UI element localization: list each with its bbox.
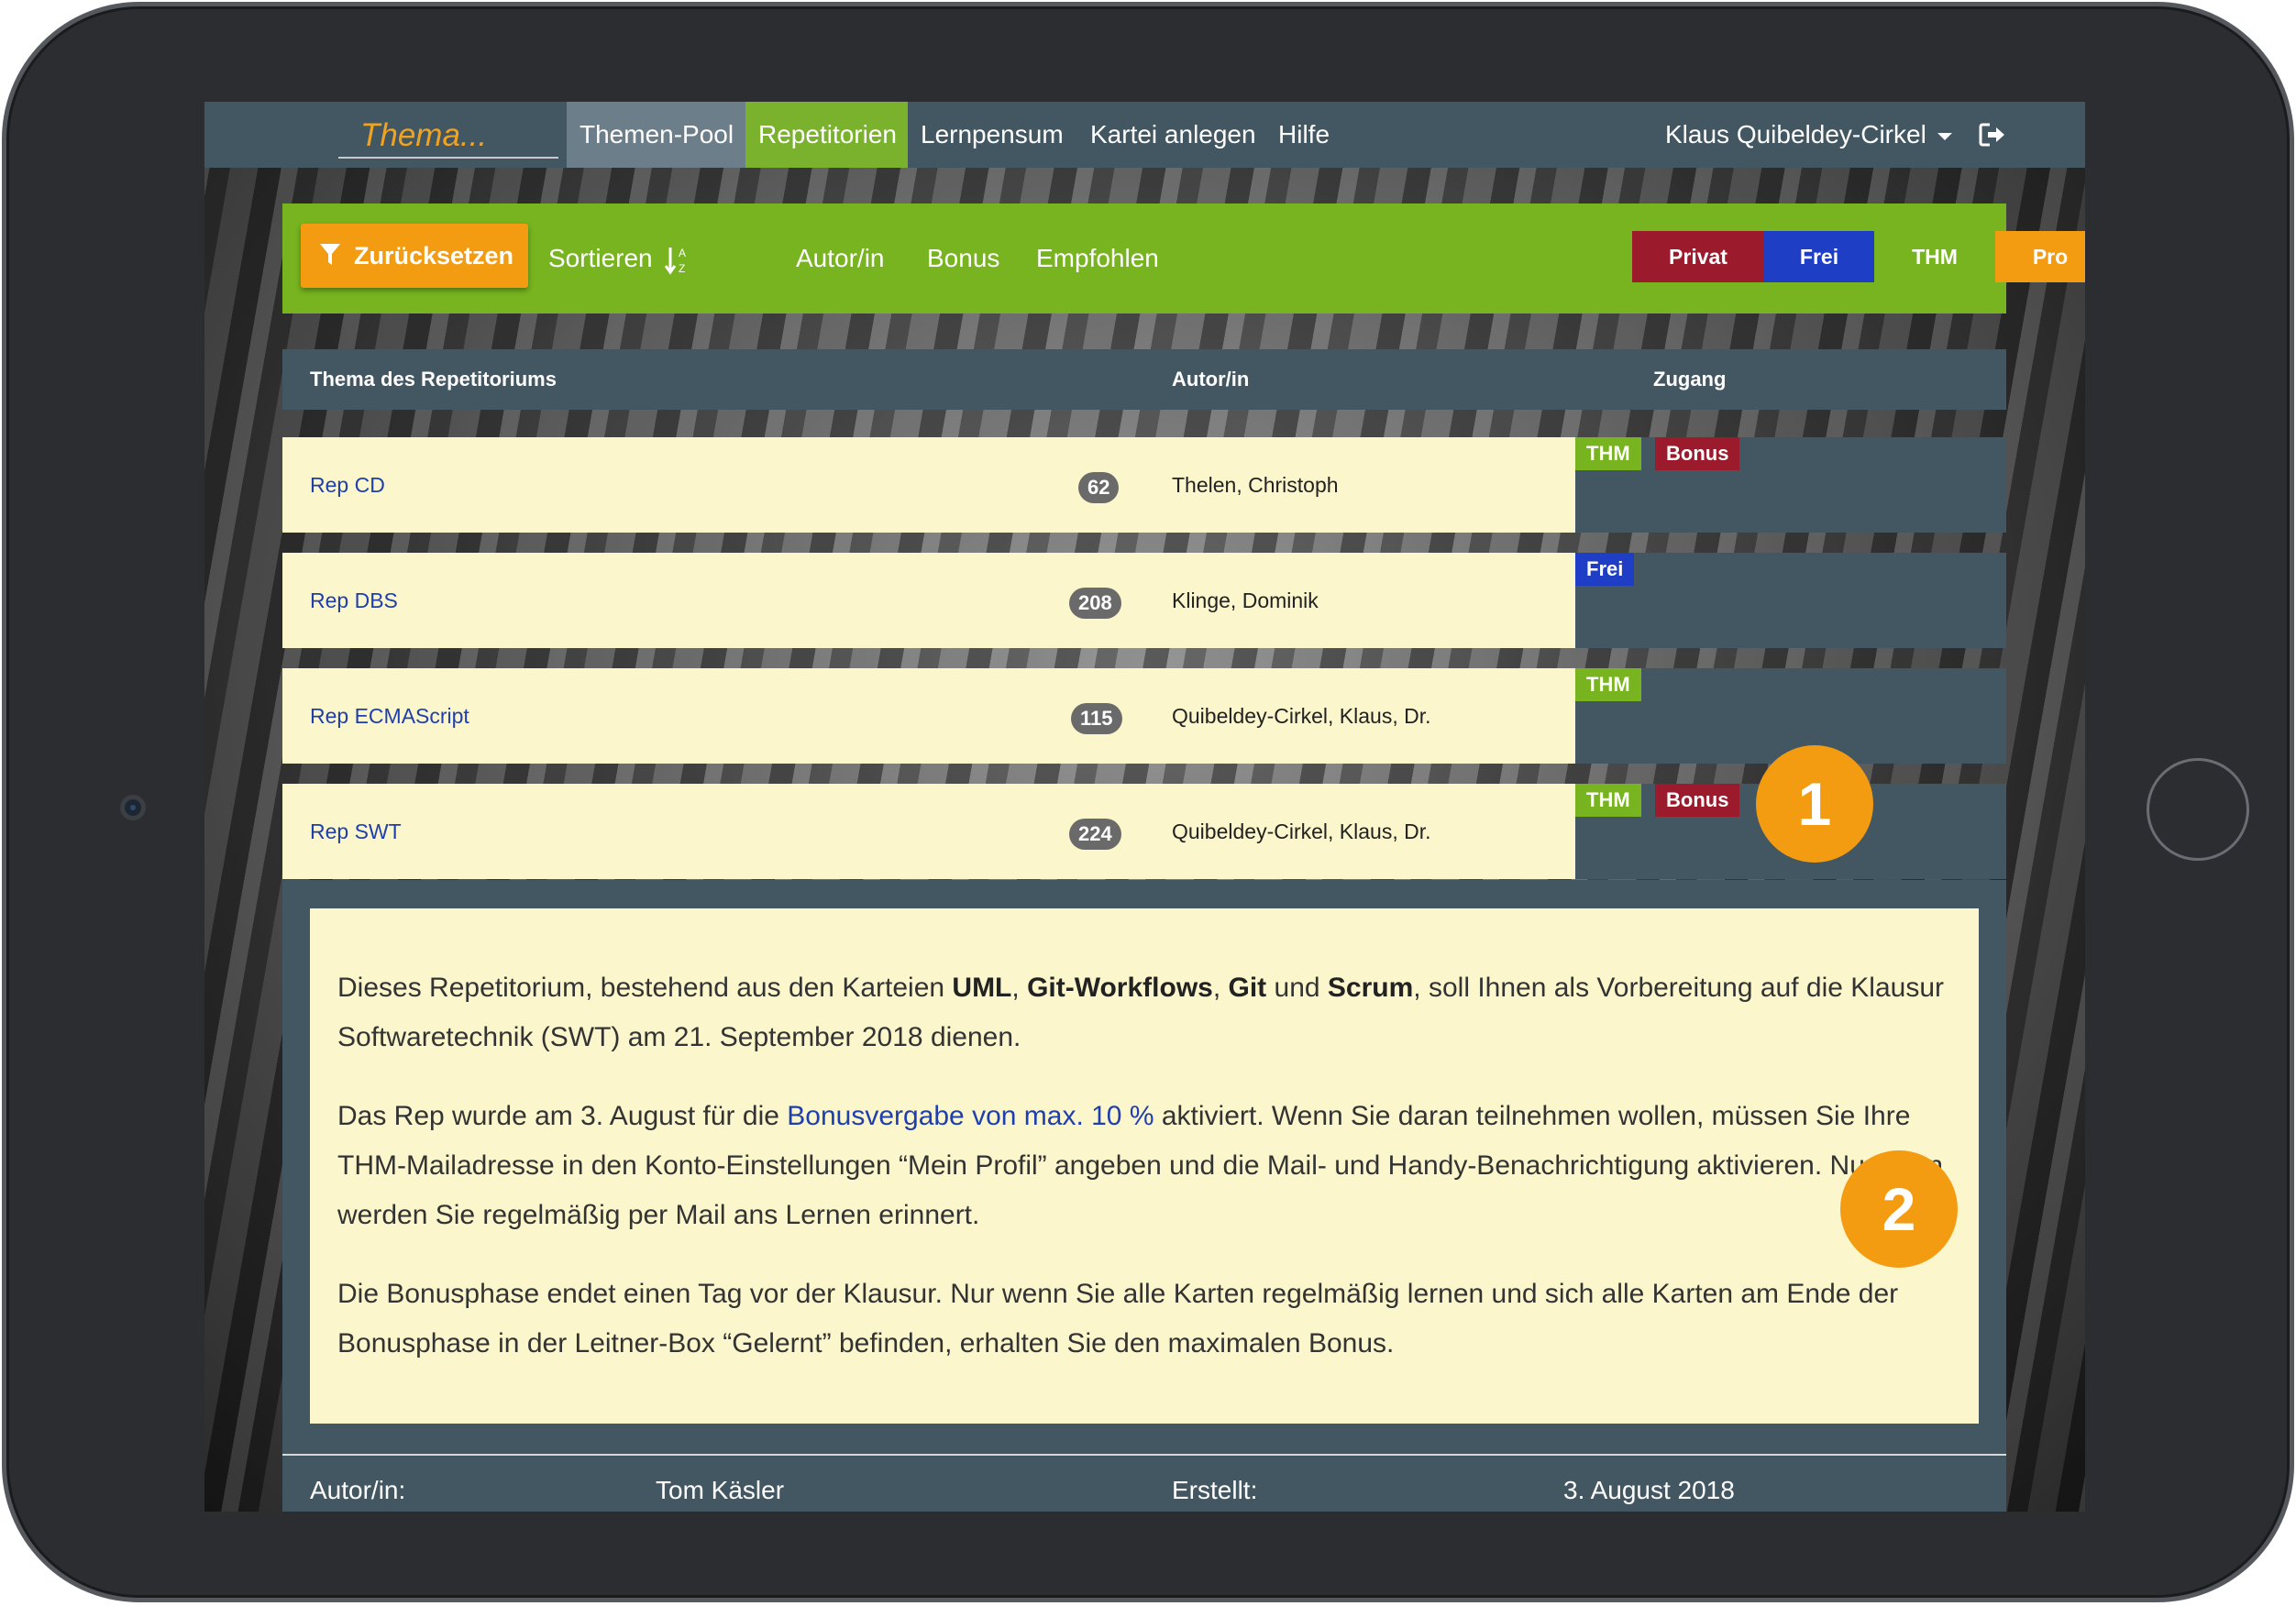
bonus-link[interactable]: Bonusvergabe von max. 10 % [787,1101,1154,1131]
callout-marker-1: 1 [1756,745,1873,863]
table-row[interactable]: Rep SWT 224 Quibeldey-Cirkel, Klaus, Dr.… [282,784,2006,879]
sort-alpha-icon: A Z [665,247,686,275]
row-title-link[interactable]: Rep SWT [310,784,402,879]
row-author: Quibeldey-Cirkel, Klaus, Dr. [1172,820,1431,843]
description-paragraph-3: Die Bonusphase endet einen Tag vor der K… [337,1279,1899,1358]
row-main-cell[interactable]: Rep SWT 224 Quibeldey-Cirkel, Klaus, Dr. [282,784,1575,879]
row-main-cell[interactable]: Rep ECMAScript 115 Quibeldey-Cirkel, Kla… [282,668,1575,764]
meta-created: 3. August 2018 [1563,1476,1735,1504]
row-main-cell[interactable]: Rep DBS 208 Klinge, Dominik [282,553,1575,648]
svg-text:A: A [679,247,686,259]
filter-icon [320,244,340,265]
card-count-badge: 208 [1069,588,1121,619]
nav-lernpensum[interactable]: Lernpensum [908,102,1076,168]
tag-frei: Frei [1575,553,1635,586]
row-title-link[interactable]: Rep ECMAScript [310,668,469,764]
tag-thm: THM [1575,784,1641,817]
detail-panel: Dieses Repetitorium, bestehend aus den K… [282,880,2006,1512]
access-filter-frei[interactable]: Frei [1764,231,1874,282]
description-paragraph-1: Dieses Repetitorium, bestehend aus den K… [337,973,1944,1052]
filter-bonus[interactable]: Bonus [927,204,999,314]
user-menu[interactable]: Klaus Quibeldey-Cirkel [1665,102,1952,168]
nav-kartei-anlegen[interactable]: Kartei anlegen [1077,102,1269,168]
reset-label: Zurücksetzen [354,242,514,270]
row-title-link[interactable]: Rep DBS [310,553,398,648]
navbar: Thema... Themen-Pool Repetitorien Lernpe… [204,102,2085,168]
table-header: Thema des Repetitoriums Autor/in Zugang [282,349,2006,410]
access-filter-privat[interactable]: Privat [1632,231,1764,282]
header-author[interactable]: Autor/in [1172,349,1249,410]
tag-thm: THM [1575,668,1641,701]
sort-label: Sortieren [548,244,653,272]
row-title-link[interactable]: Rep CD [310,437,385,533]
header-access[interactable]: Zugang [1653,349,1726,410]
sort-button[interactable]: Sortieren A Z [548,204,690,314]
description-paragraph-2: Das Rep wurde am 3. August für die Bonus… [337,1101,1943,1230]
card-count-badge: 224 [1069,819,1121,850]
row-access-cell: THM Bonus [1575,437,2006,533]
search-placeholder: Thema... [360,117,488,153]
tag-bonus: Bonus [1655,437,1740,470]
description-box: Dieses Repetitorium, bestehend aus den K… [310,908,1979,1424]
tag-thm: THM [1575,437,1641,470]
access-filter-pro[interactable]: Pro [1995,231,2085,282]
home-button[interactable] [2147,758,2249,861]
camera-icon [120,795,146,820]
table-row[interactable]: Rep DBS 208 Klinge, Dominik Frei [282,553,2006,648]
access-filter-thm[interactable]: THM [1874,231,1995,282]
row-author: Thelen, Christoph [1172,473,1339,497]
header-topic[interactable]: Thema des Repetitoriums [310,349,557,410]
tag-bonus: Bonus [1655,784,1740,817]
logout-icon[interactable] [1979,122,2006,148]
svg-text:Z: Z [679,262,685,275]
callout-marker-2: 2 [1840,1150,1958,1268]
nav-hilfe[interactable]: Hilfe [1265,102,1342,168]
row-access-cell: Frei [1575,553,2006,648]
row-author: Klinge, Dominik [1172,588,1319,612]
user-name: Klaus Quibeldey-Cirkel [1665,120,1926,148]
row-author: Quibeldey-Cirkel, Klaus, Dr. [1172,704,1431,728]
divider [282,1454,2006,1456]
reset-button[interactable]: Zurücksetzen [301,224,528,288]
meta-author-label: Autor/in: [310,1476,406,1504]
meta-created-label: Erstellt: [1172,1476,1258,1504]
table-row[interactable]: Rep CD 62 Thelen, Christoph THM Bonus [282,437,2006,533]
card-count-badge: 62 [1078,472,1120,503]
row-main-cell[interactable]: Rep CD 62 Thelen, Christoph [282,437,1575,533]
nav-themen-pool[interactable]: Themen-Pool [567,102,745,168]
chevron-down-icon [1937,132,1952,140]
meta-author: Tom Käsler [656,1476,785,1504]
filter-recommended[interactable]: Empfohlen [1036,204,1159,314]
table-row[interactable]: Rep ECMAScript 115 Quibeldey-Cirkel, Kla… [282,668,2006,764]
search-input[interactable]: Thema... [338,113,558,159]
filter-author[interactable]: Autor/in [796,204,885,314]
nav-repetitorien[interactable]: Repetitorien [745,102,908,168]
card-count-badge: 115 [1071,703,1122,734]
filter-bar: Zurücksetzen Sortieren A Z Autor/in Bonu… [282,204,2085,314]
